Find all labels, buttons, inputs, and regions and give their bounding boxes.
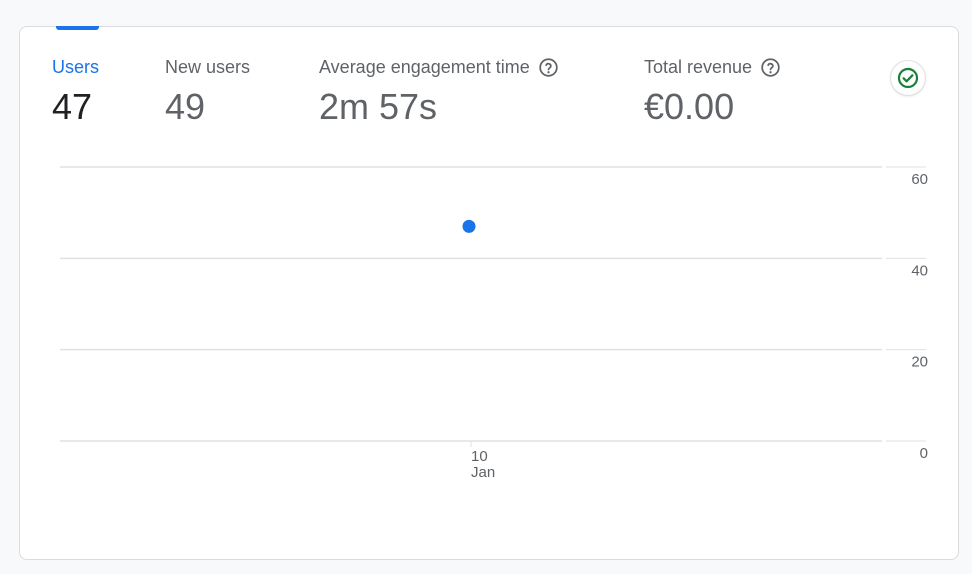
metric-value-users: 47 — [52, 86, 93, 127]
metric-label-text: Users — [52, 56, 100, 77]
data-point[interactable] — [462, 219, 476, 233]
users-overview-card: Users 47 New users 49 Average engagement… — [19, 26, 959, 560]
metric-label-text: Average engagement time — [319, 56, 530, 77]
help-icon[interactable] — [760, 57, 781, 78]
active-tab-indicator — [56, 26, 99, 30]
check-circle-icon — [897, 67, 919, 89]
metric-value-new-users: 49 — [165, 86, 206, 127]
help-icon[interactable] — [538, 57, 559, 78]
x-tick-label: Jan — [471, 464, 495, 481]
y-tick-label: 0 — [920, 445, 928, 462]
metric-tab-users[interactable]: Users 47 — [52, 55, 99, 127]
metric-label-text: New users — [165, 56, 251, 77]
metric-label-users: Users — [52, 55, 99, 79]
x-tick-label: 10 — [471, 448, 488, 465]
metric-label-text: Total revenue — [644, 56, 753, 77]
metric-value-average-engagement-time: 2m 57s — [319, 86, 438, 127]
metric-label-average-engagement-time: Average engagement time — [319, 55, 559, 79]
metric-tab-new-users[interactable]: New users 49 — [165, 55, 250, 127]
y-tick-label: 60 — [911, 171, 928, 188]
metric-label-total-revenue: Total revenue — [644, 55, 781, 79]
y-tick-label: 40 — [911, 262, 928, 279]
metric-tab-average-engagement-time[interactable]: Average engagement time 2m 57s — [319, 55, 559, 127]
metric-tab-total-revenue[interactable]: Total revenue €0.00 — [644, 55, 781, 127]
y-tick-label: 20 — [911, 354, 928, 371]
data-quality-status-button[interactable] — [890, 60, 926, 96]
metric-value-total-revenue: €0.00 — [644, 86, 735, 127]
metric-label-new-users: New users — [165, 55, 250, 79]
